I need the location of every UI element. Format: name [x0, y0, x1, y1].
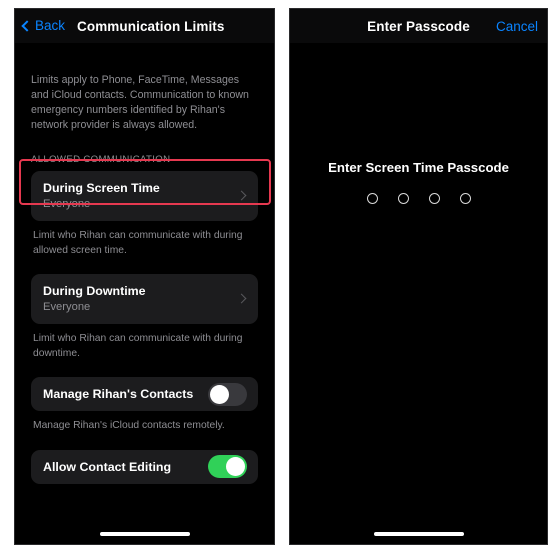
passcode-dot — [366, 193, 378, 204]
navigation-bar-left: Back Communication Limits — [15, 9, 274, 43]
row-during-downtime[interactable]: During Downtime Everyone — [31, 274, 258, 324]
row-allow-contact-editing-label: Allow Contact Editing — [43, 459, 172, 474]
row-during-screen-time-value: Everyone — [43, 198, 91, 210]
row-during-downtime-value: Everyone — [43, 301, 91, 313]
toggle-allow-contact-editing[interactable] — [208, 455, 247, 478]
footnote-during-screen-time: Limit who Rihan can communicate with dur… — [33, 230, 243, 256]
passcode-dot — [459, 193, 471, 204]
footnote-during-downtime: Limit who Rihan can communicate with dur… — [33, 333, 243, 359]
card-allow-contact-editing: Allow Contact Editing — [31, 449, 258, 484]
back-button-label: Back — [35, 18, 66, 33]
back-button[interactable]: Back — [21, 18, 66, 33]
toggle-knob — [210, 384, 229, 404]
toggle-manage-contacts[interactable] — [208, 382, 247, 406]
page-title: Communication Limits — [77, 19, 225, 34]
settings-content: Limits apply to Phone, FaceTime, Message… — [15, 73, 274, 484]
card-during-downtime: During Downtime Everyone — [31, 274, 258, 324]
row-allow-contact-editing[interactable]: Allow Contact Editing — [31, 450, 258, 484]
section-header-allowed-communication: ALLOWED COMMUNICATION — [31, 154, 171, 165]
chevron-right-icon — [236, 293, 247, 304]
phone-screen-enter-passcode: Enter Passcode Cancel Enter Screen Time … — [289, 8, 548, 545]
passcode-prompt-label: Enter Screen Time Passcode — [328, 160, 509, 175]
chevron-left-icon — [21, 19, 33, 32]
passcode-dot — [428, 193, 440, 204]
toggle-knob — [226, 457, 245, 476]
row-during-downtime-title: During Downtime — [43, 284, 146, 298]
passcode-dots[interactable] — [290, 193, 547, 204]
phone-screen-communication-limits: Back Communication Limits Limits apply t… — [14, 8, 275, 545]
card-during-screen-time: During Screen Time Everyone — [31, 171, 258, 221]
home-indicator — [373, 532, 464, 536]
card-manage-contacts: Manage Rihan's Contacts — [31, 377, 258, 411]
row-during-screen-time-title: During Screen Time — [43, 181, 160, 195]
home-indicator — [99, 532, 190, 536]
passcode-dot — [397, 193, 409, 204]
chevron-right-icon — [236, 190, 247, 201]
screenshot-canvas: Back Communication Limits Limits apply t… — [0, 0, 560, 560]
row-manage-contacts[interactable]: Manage Rihan's Contacts — [31, 377, 258, 411]
cancel-button[interactable]: Cancel — [496, 19, 538, 34]
row-during-screen-time[interactable]: During Screen Time Everyone — [31, 171, 258, 221]
navigation-bar-right: Enter Passcode Cancel — [290, 9, 547, 43]
row-manage-contacts-label: Manage Rihan's Contacts — [43, 387, 194, 401]
footnote-manage-contacts: Manage Rihan's iCloud contacts remotely. — [33, 420, 225, 431]
passcode-entry-area: Enter Screen Time Passcode — [290, 43, 547, 544]
intro-description: Limits apply to Phone, FaceTime, Message… — [31, 74, 249, 131]
